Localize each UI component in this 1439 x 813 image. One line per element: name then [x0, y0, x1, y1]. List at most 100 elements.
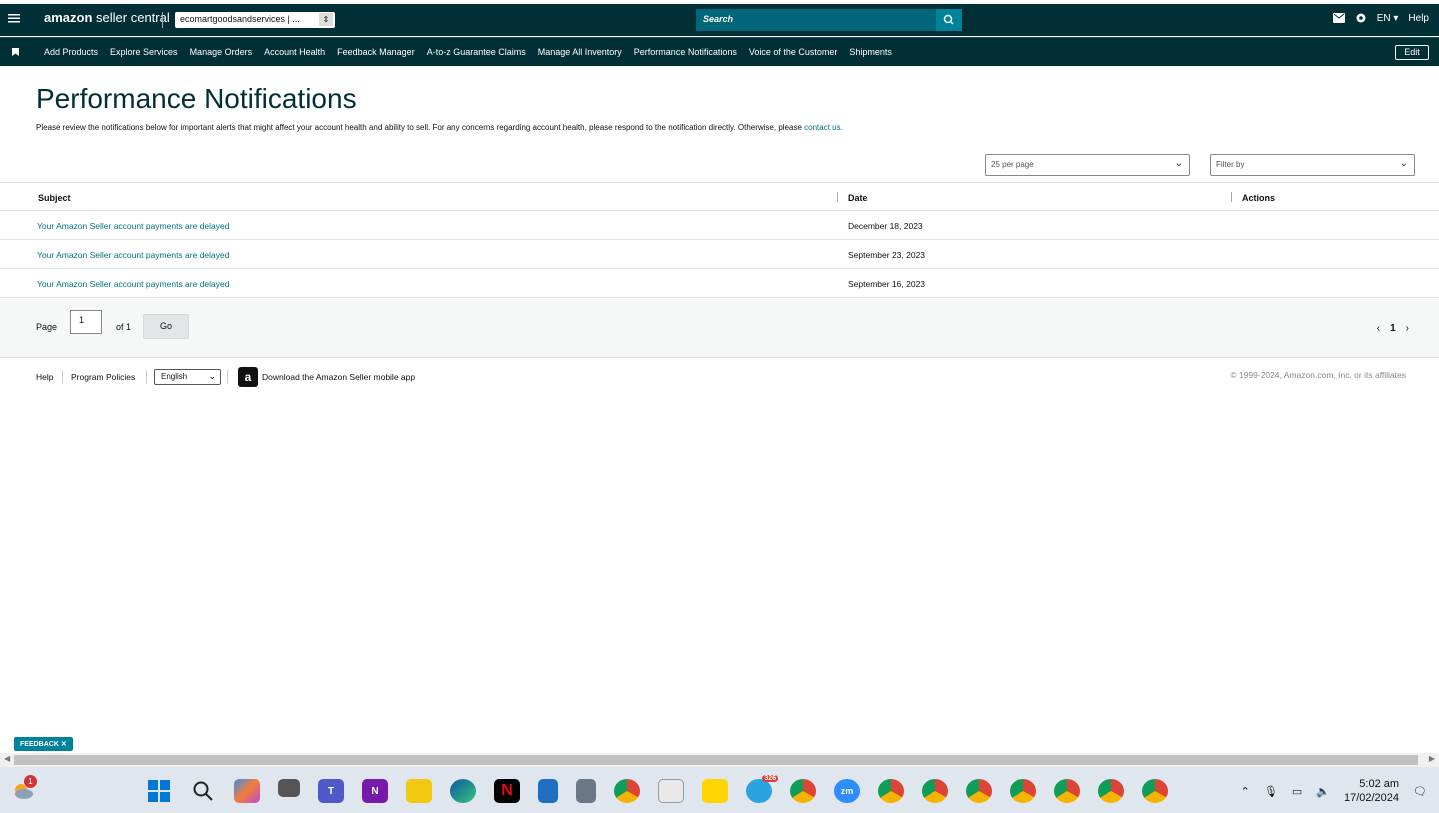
amazon-app-icon[interactable]: a: [238, 367, 258, 387]
chrome-profile-icon[interactable]: [790, 779, 816, 803]
bookmark-icon[interactable]: [12, 48, 19, 56]
account-name: ecomartgoodsandservices | ...: [180, 14, 300, 24]
volume-icon[interactable]: 🔈: [1316, 785, 1330, 798]
network-icon[interactable]: ▭: [1292, 785, 1302, 798]
footer-help-link[interactable]: Help: [36, 372, 53, 382]
nav-item-feedback-manager[interactable]: Feedback Manager: [337, 47, 415, 57]
taskbar-apps: T N N 326 zm: [146, 775, 1168, 803]
help-link[interactable]: Help: [1408, 13, 1429, 24]
notifications-table: Subject Date Actions Your Amazon Seller …: [0, 182, 1439, 298]
onenote-icon[interactable]: N: [362, 779, 388, 803]
notification-link[interactable]: Your Amazon Seller account payments are …: [37, 250, 229, 260]
copilot-icon[interactable]: [234, 779, 260, 803]
windows-taskbar: 1 T N N 326 zm ⌃ 🎙 ▭ 🔈 5:02 am 17/02/202…: [0, 767, 1439, 813]
system-tray: ⌃ 🎙 ▭ 🔈 5:02 am 17/02/2024 🗨: [1241, 777, 1427, 805]
search-icon: [943, 14, 954, 25]
feedback-button[interactable]: FEEDBACK ✕: [14, 737, 73, 751]
nav-item-a-to-z-claims[interactable]: A-to-z Guarantee Claims: [427, 47, 526, 57]
file-explorer-icon[interactable]: [406, 779, 432, 803]
search-icon[interactable]: [190, 779, 216, 803]
feedback-label: FEEDBACK: [20, 741, 59, 748]
page-number-input[interactable]: 1: [70, 310, 102, 334]
nav-item-performance-notifications[interactable]: Performance Notifications: [634, 47, 737, 57]
contact-us-link[interactable]: contact us.: [804, 123, 843, 132]
footer: Help Program Policies English ⌄ a Downlo…: [36, 367, 1406, 390]
chevron-left-icon[interactable]: ‹: [1377, 323, 1380, 334]
chrome-profile-icon[interactable]: [966, 779, 992, 803]
pagination-bar: Page 1 of 1 Go ‹ 1 ›: [0, 299, 1439, 358]
windows-start-icon[interactable]: [146, 779, 172, 803]
table-row: Your Amazon Seller account payments are …: [0, 240, 1439, 269]
nav-item-voice-of-customer[interactable]: Voice of the Customer: [749, 47, 838, 57]
scroll-left-icon[interactable]: ◀: [4, 754, 10, 763]
notification-link[interactable]: Your Amazon Seller account payments are …: [37, 279, 229, 289]
language-menu[interactable]: EN ▾: [1377, 13, 1399, 24]
telegram-icon[interactable]: 326: [746, 775, 778, 803]
divider: [146, 370, 147, 384]
header-date[interactable]: Date: [848, 193, 868, 203]
hamburger-menu-icon[interactable]: [8, 11, 24, 29]
teams-icon[interactable]: T: [318, 779, 344, 803]
notification-date: December 18, 2023: [848, 221, 923, 231]
zoom-icon[interactable]: zm: [834, 779, 860, 803]
chrome-profile-icon[interactable]: [1010, 779, 1036, 803]
nav-item-shipments[interactable]: Shipments: [849, 47, 892, 57]
go-button[interactable]: Go: [143, 314, 189, 339]
filter-placeholder: Filter by: [1216, 160, 1245, 169]
notification-link[interactable]: Your Amazon Seller account payments are …: [37, 221, 229, 231]
chrome-icon[interactable]: [614, 779, 640, 803]
nav-item-explore-services[interactable]: Explore Services: [110, 47, 178, 57]
microphone-icon[interactable]: 🎙: [1264, 785, 1278, 798]
header-subject[interactable]: Subject: [38, 193, 71, 203]
divider: [162, 12, 163, 28]
table-row: Your Amazon Seller account payments are …: [0, 211, 1439, 240]
page-title: Performance Notifications: [36, 83, 357, 114]
amazon-seller-central-logo[interactable]: amazon seller central: [44, 10, 170, 25]
chevron-right-icon[interactable]: ›: [1406, 323, 1409, 334]
notification-date: September 16, 2023: [848, 279, 926, 289]
table-header: Subject Date Actions: [0, 182, 1439, 211]
sticky-notes-icon[interactable]: [702, 779, 728, 803]
chrome-profile-icon[interactable]: [1142, 779, 1168, 803]
clock[interactable]: 5:02 am 17/02/2024: [1344, 777, 1399, 805]
netflix-icon[interactable]: N: [494, 779, 520, 803]
weather-widget-icon[interactable]: 1: [10, 775, 37, 803]
edge-icon[interactable]: [450, 779, 476, 803]
program-policies-link[interactable]: Program Policies: [71, 372, 135, 382]
chrome-profile-icon[interactable]: [1098, 779, 1124, 803]
copyright: © 1999-2024, Amazon.com, Inc. or its aff…: [1230, 370, 1406, 380]
search-button[interactable]: [936, 9, 962, 31]
account-selector[interactable]: ecomartgoodsandservices | ... ⇕: [175, 12, 335, 28]
edit-nav-button[interactable]: Edit: [1395, 45, 1429, 60]
search-input[interactable]: Search: [696, 9, 936, 31]
snipping-tool-icon[interactable]: [658, 779, 684, 803]
current-page[interactable]: 1: [1390, 323, 1396, 334]
language-select[interactable]: English ⌄: [154, 369, 221, 385]
chrome-profile-icon[interactable]: [1054, 779, 1080, 803]
nav-item-manage-orders[interactable]: Manage Orders: [190, 47, 253, 57]
gear-icon[interactable]: [1355, 12, 1367, 24]
chrome-profile-icon[interactable]: [922, 779, 948, 803]
scrollbar-thumb[interactable]: [14, 755, 1418, 765]
notepad-icon[interactable]: [538, 779, 558, 803]
horizontal-scrollbar[interactable]: ◀ ▶: [0, 753, 1439, 767]
filter-select[interactable]: Filter by ⌄: [1210, 154, 1415, 176]
notifications-icon[interactable]: 🗨: [1413, 785, 1427, 798]
page-intro: Please review the notifications below fo…: [36, 123, 843, 132]
download-app-link[interactable]: Download the Amazon Seller mobile app: [262, 372, 415, 382]
scroll-right-icon[interactable]: ▶: [1429, 754, 1435, 763]
calculator-icon[interactable]: [576, 779, 596, 803]
mail-icon[interactable]: [1332, 13, 1345, 23]
per-page-value: 25 per page: [991, 160, 1034, 169]
language-value: English: [161, 372, 188, 381]
column-divider: [837, 192, 838, 202]
per-page-select[interactable]: 25 per page ⌄: [985, 154, 1190, 176]
nav-item-account-health[interactable]: Account Health: [264, 47, 325, 57]
nav-item-add-products[interactable]: Add Products: [44, 47, 98, 57]
telegram-badge: 326: [762, 775, 778, 782]
chevron-up-icon[interactable]: ⌃: [1241, 785, 1250, 798]
task-view-icon[interactable]: [278, 779, 300, 797]
weather-badge: 1: [24, 775, 37, 788]
chrome-profile-icon[interactable]: [878, 779, 904, 803]
nav-item-manage-inventory[interactable]: Manage All Inventory: [538, 47, 622, 57]
